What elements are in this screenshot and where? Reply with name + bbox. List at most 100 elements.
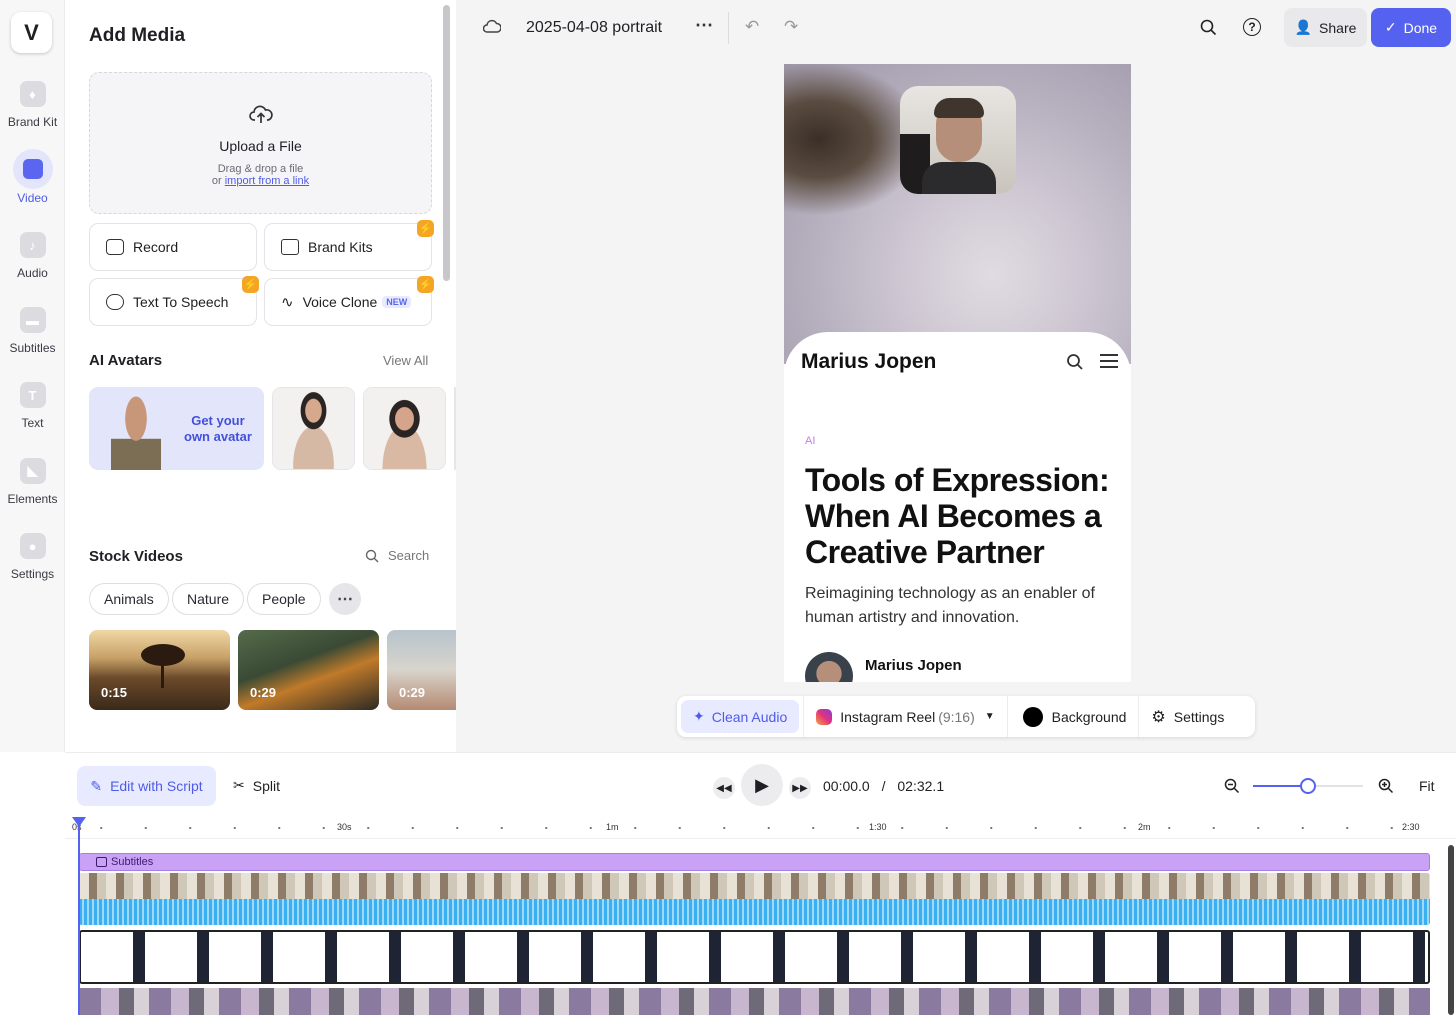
voice-clone-button[interactable]: ∿ Voice Clone NEW <box>264 278 432 326</box>
avatar-thumbnail[interactable] <box>272 387 355 470</box>
nav-video[interactable]: Video <box>0 149 65 205</box>
redo-icon[interactable]: ↷ <box>784 17 798 37</box>
nav-subtitles[interactable]: ▬ Subtitles <box>0 307 65 355</box>
nav-text[interactable]: T Text <box>0 382 65 430</box>
premium-bolt-icon: ⚡ <box>417 220 434 237</box>
share-button[interactable]: 👤 Share <box>1284 8 1367 47</box>
nav-label: Audio <box>17 266 48 280</box>
avatar-thumbnail[interactable] <box>363 387 446 470</box>
subtitles-track-label: Subtitles <box>111 856 154 868</box>
brand-kit-icon <box>281 239 299 255</box>
video-duration: 0:29 <box>250 685 277 700</box>
article-headline: Creative Partner <box>805 534 1045 570</box>
get-avatar-card[interactable]: Get your own avatar <box>89 387 264 470</box>
playhead-line <box>78 825 80 1015</box>
share-label: Share <box>1319 19 1357 36</box>
cloud-sync-icon <box>483 19 501 33</box>
nav-audio[interactable]: ♪ Audio <box>0 232 65 280</box>
nav-label: Settings <box>10 567 55 581</box>
brand-kit-icon: ♦ <box>19 81 46 107</box>
pencil-icon: ✎ <box>90 777 103 794</box>
import-link[interactable]: import from a link <box>225 175 309 187</box>
webcam-overlay[interactable] <box>900 86 1016 194</box>
fit-button[interactable]: Fit <box>1419 778 1435 794</box>
brand-kits-button[interactable]: Brand Kits <box>264 223 432 271</box>
split-button[interactable]: ✂ Split <box>233 777 280 794</box>
ai-avatars-heading: AI Avatars <box>89 352 163 369</box>
subtitles-icon <box>96 857 107 867</box>
zoom-out-icon[interactable] <box>1224 778 1240 794</box>
settings-icon: ● <box>19 533 46 559</box>
person-shirt <box>922 162 996 194</box>
play-icon[interactable]: ▶ <box>741 764 783 806</box>
zoom-slider[interactable] <box>1253 778 1363 794</box>
stock-video-thumbnail[interactable]: 0:29 <box>387 630 456 710</box>
rewind-icon[interactable]: ◀◀ <box>713 777 735 799</box>
clean-audio-button[interactable]: ✦ Clean Audio <box>681 700 800 733</box>
edit-with-script-button[interactable]: ✎ Edit with Script <box>77 766 216 806</box>
more-chips-button[interactable]: ⋯ <box>329 583 361 615</box>
screen-recording-track[interactable] <box>79 930 1430 984</box>
subtitles-track[interactable]: Subtitles <box>79 853 1430 871</box>
upload-dropzone[interactable]: Upload a File Drag & drop a file or impo… <box>89 72 432 214</box>
editor-canvas-area: 2025-04-08 portrait ⋯ ↶ ↷ ? 👤 Share ✓ Do… <box>456 0 1456 752</box>
divider <box>728 12 729 44</box>
left-navigation: V ♦ Brand Kit Video ♪ Audio ▬ Subtitles … <box>0 0 65 752</box>
total-duration: 02:32.1 <box>897 778 945 794</box>
nav-brand-kit[interactable]: ♦ Brand Kit <box>0 81 65 129</box>
chip-animals[interactable]: Animals <box>89 583 169 615</box>
nav-label: Elements <box>7 492 58 506</box>
search-icon[interactable] <box>1200 19 1217 36</box>
avatar-photo <box>273 388 354 469</box>
more-options-icon[interactable]: ⋯ <box>695 15 713 36</box>
zoom-slider-handle[interactable] <box>1300 778 1316 794</box>
text-to-speech-button[interactable]: Text To Speech <box>89 278 257 326</box>
split-label: Split <box>252 777 280 794</box>
cloud-upload-icon <box>248 105 273 123</box>
article-subtitle: human artistry and innovation. <box>805 609 1020 626</box>
chip-people[interactable]: People <box>247 583 321 615</box>
nav-elements[interactable]: ◣ Elements <box>0 458 65 506</box>
view-all-link[interactable]: View All <box>383 353 428 368</box>
article-tag: AI <box>805 435 816 447</box>
background-video-track[interactable] <box>79 988 1430 1015</box>
fast-forward-icon[interactable]: ▶▶ <box>789 777 811 799</box>
timeline-scrollbar[interactable] <box>1448 845 1454 1015</box>
get-avatar-text: Get your <box>191 413 245 428</box>
nav-settings[interactable]: ● Settings <box>0 533 65 581</box>
record-button[interactable]: Record <box>89 223 257 271</box>
scissors-icon: ✂ <box>233 777 245 793</box>
edit-script-label: Edit with Script <box>110 778 203 794</box>
chip-nature[interactable]: Nature <box>172 583 245 615</box>
stock-video-thumbnail[interactable]: 0:15 <box>89 630 230 710</box>
aspect-ratio-label: (9:16) <box>938 708 975 725</box>
gear-icon: ⚙ <box>1151 708 1166 726</box>
project-title[interactable]: 2025-04-08 portrait <box>526 19 662 37</box>
premium-bolt-icon: ⚡ <box>417 276 434 293</box>
undo-icon[interactable]: ↶ <box>745 17 759 37</box>
done-button[interactable]: ✓ Done <box>1371 8 1451 47</box>
audio-waveform <box>79 899 1430 925</box>
video-duration: 0:29 <box>399 685 426 700</box>
done-label: Done <box>1403 19 1438 36</box>
subtitles-icon: ▬ <box>19 307 46 333</box>
add-user-icon: 👤 <box>1294 19 1313 35</box>
voice-clone-label: Voice Clone <box>302 294 378 310</box>
panel-scrollbar[interactable] <box>443 5 450 281</box>
settings-button[interactable]: ⚙ Settings <box>1139 696 1236 737</box>
stock-search[interactable]: Search <box>365 548 429 563</box>
video-duration: 0:15 <box>101 685 128 700</box>
hamburger-menu-icon <box>1100 354 1118 368</box>
video-frames <box>79 873 1430 899</box>
stock-video-thumbnail[interactable]: 0:29 <box>238 630 379 710</box>
video-preview[interactable]: Marius Jopen AI Tools of Expression: Whe… <box>784 64 1131 682</box>
webcam-video-track[interactable] <box>79 873 1430 925</box>
background-button[interactable]: Background <box>1008 696 1140 737</box>
format-dropdown[interactable]: Instagram Reel (9:16) ▼ <box>803 696 1008 737</box>
help-icon[interactable]: ? <box>1243 18 1261 36</box>
app-logo[interactable]: V <box>11 12 52 53</box>
record-label: Record <box>133 239 179 255</box>
nav-label: Video <box>17 191 48 205</box>
zoom-in-icon[interactable] <box>1378 778 1394 794</box>
panel-title: Add Media <box>89 25 186 46</box>
